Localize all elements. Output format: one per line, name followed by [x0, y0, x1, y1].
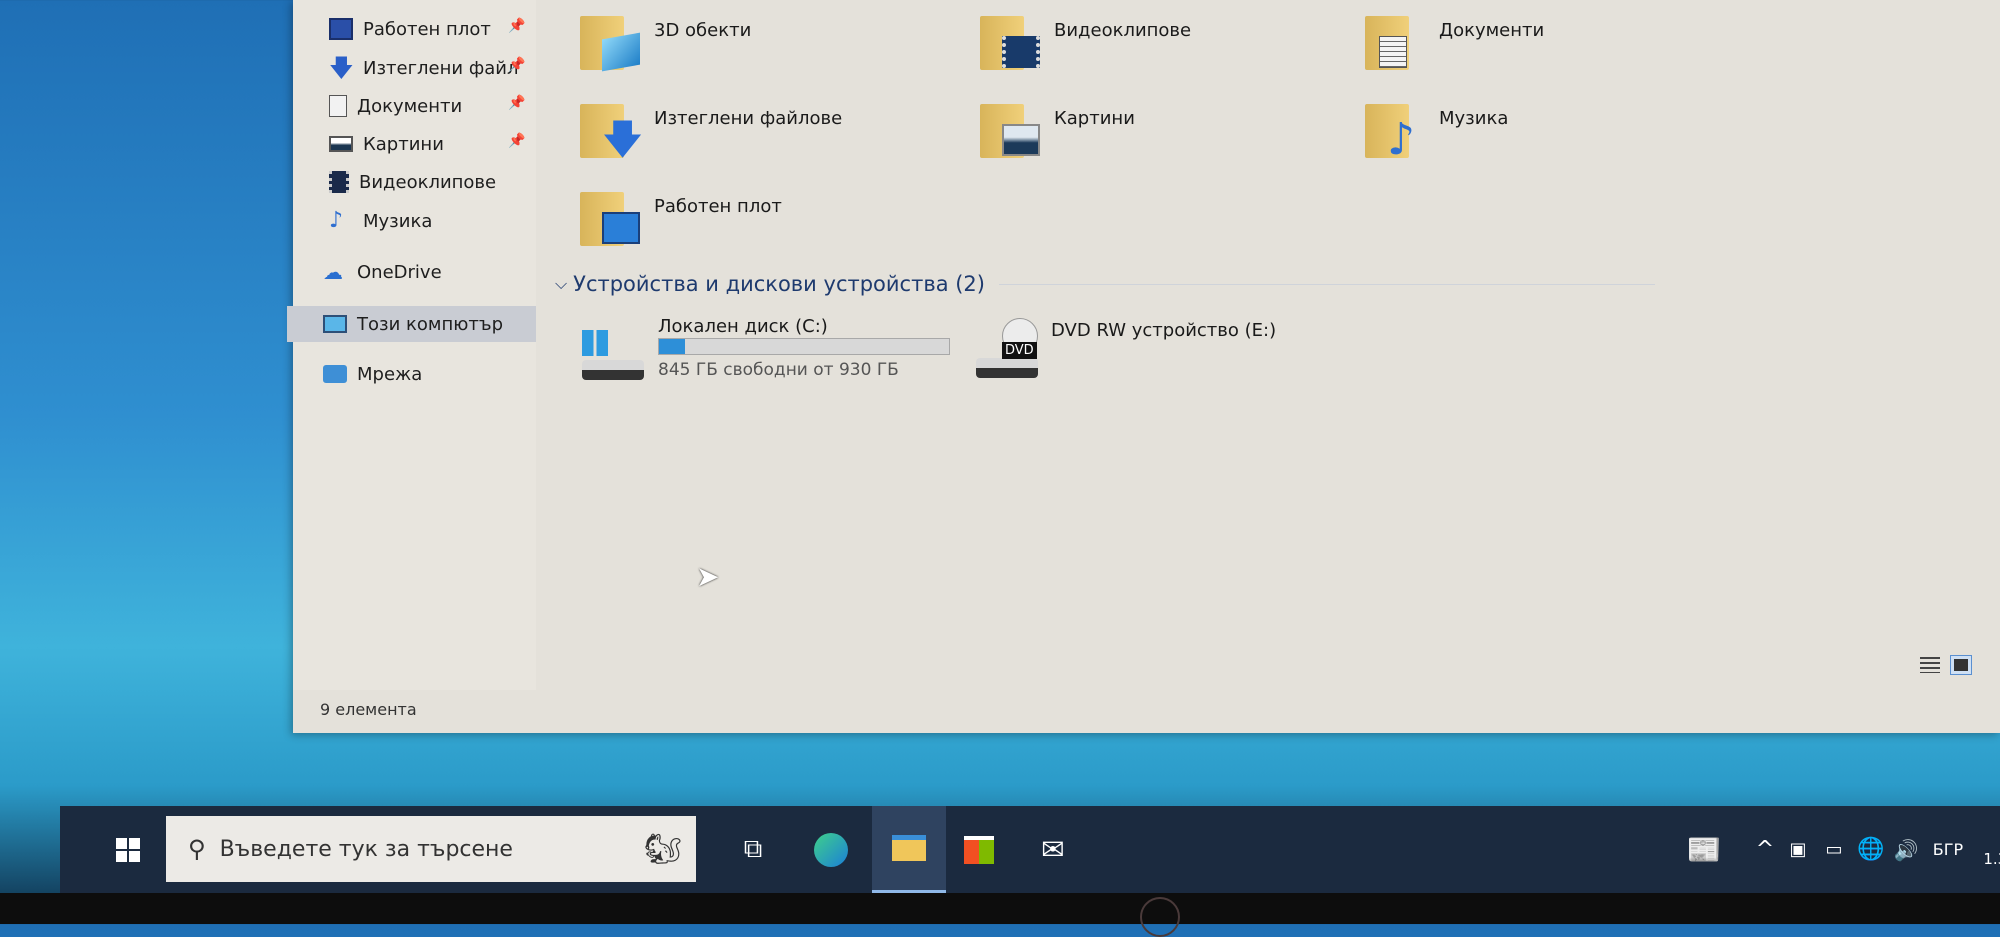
- folder-videos[interactable]: Видеоклипове: [980, 8, 1191, 72]
- folder-label: Изтеглени файлове: [654, 108, 843, 129]
- drive-dvd[interactable]: DVD DVD RW устройство (E:): [976, 316, 1336, 388]
- volume-icon[interactable]: 🔊: [1890, 806, 1922, 893]
- large-icons-view-icon[interactable]: [1950, 655, 1972, 675]
- sidebar-item-this-pc[interactable]: Този компютър: [287, 306, 536, 342]
- drive-usage-fill: [659, 339, 686, 354]
- windows-logo-icon: [116, 837, 140, 862]
- file-explorer-taskbar-icon[interactable]: [872, 806, 946, 893]
- search-icon: ⚲: [188, 835, 206, 863]
- search-placeholder: Въведете тук за търсене: [219, 836, 513, 862]
- hp-logo: [1140, 897, 1180, 937]
- pin-icon: 📌: [508, 18, 526, 34]
- camera-icon[interactable]: ▣: [1783, 806, 1813, 893]
- monitor-bezel: [0, 893, 2000, 937]
- dvd-badge: DVD: [1002, 342, 1037, 359]
- 3d-objects-icon: [580, 8, 642, 72]
- windows-drive-icon: [580, 330, 644, 382]
- pictures-icon: [329, 136, 353, 152]
- sidebar-item-label: Документи: [357, 95, 463, 117]
- desktop-icon: [580, 184, 642, 248]
- file-explorer-window: Работен плот 📌 🡇 Изтеглени файл 📌 Докумен…: [287, 0, 2000, 733]
- drive-label: DVD RW устройство (E:): [1051, 320, 1277, 341]
- download-icon: 🡇: [580, 96, 643, 160]
- sidebar-item-label: Работен плот: [363, 18, 491, 40]
- store-icon[interactable]: [950, 806, 1008, 893]
- drive-usage-bar: [658, 338, 950, 355]
- clock[interactable]: 11.3.: [1972, 806, 2000, 893]
- folder-label: Картини: [1054, 108, 1135, 129]
- onedrive-icon: ☁: [323, 260, 343, 284]
- sidebar-item-music[interactable]: ♪ Музика: [329, 204, 432, 238]
- taskbar: ⚲ Въведете тук за търсене 🐿 ⧉ ✉ 📰 ^ ▣ ▭ 🌐 …: [60, 806, 2000, 893]
- news-widget-icon[interactable]: 📰: [1680, 806, 1728, 893]
- show-hidden-icons-chevron[interactable]: ^: [1750, 806, 1780, 893]
- search-box[interactable]: ⚲ Въведете тук за търсене 🐿: [166, 816, 696, 882]
- pin-icon: 📌: [508, 133, 526, 149]
- folder-music[interactable]: ♪ Музика: [1365, 96, 1509, 162]
- folder-label: Музика: [1439, 108, 1509, 129]
- devices-section-header[interactable]: ⌵ Устройства и дискови устройства (2): [555, 272, 1655, 296]
- folder-pictures[interactable]: Картини: [980, 96, 1135, 160]
- search-highlight-icon: 🐿: [643, 831, 682, 867]
- sidebar-item-label: Този компютър: [357, 313, 504, 335]
- mail-icon[interactable]: ✉: [1024, 806, 1082, 893]
- folder-label: Видеоклипове: [1054, 20, 1192, 41]
- drive-label: Локален диск (C:): [658, 316, 828, 337]
- folder-desktop[interactable]: Работен плот: [580, 184, 782, 248]
- folder-label: 3D обекти: [654, 20, 752, 41]
- battery-icon[interactable]: ▭: [1816, 806, 1852, 893]
- sidebar-item-label: Изтеглени файл: [363, 57, 519, 79]
- sidebar-item-downloads[interactable]: 🡇 Изтеглени файл: [329, 51, 518, 85]
- details-view-icon[interactable]: [1920, 657, 1940, 673]
- sidebar-item-desktop[interactable]: Работен плот: [329, 12, 491, 46]
- videos-icon: [329, 171, 349, 193]
- network-globe-icon[interactable]: 🌐: [1855, 806, 1887, 893]
- task-view-icon[interactable]: ⧉: [724, 806, 782, 893]
- sidebar-item-documents[interactable]: Документи: [329, 89, 462, 123]
- sidebar-item-network[interactable]: Мрежа: [323, 357, 422, 391]
- divider: [999, 283, 1655, 285]
- start-button[interactable]: [100, 806, 156, 893]
- pictures-icon: [980, 96, 1042, 160]
- sidebar-item-label: OneDrive: [357, 261, 442, 283]
- folder-3d-objects[interactable]: 3D обекти: [580, 8, 751, 72]
- sidebar-item-label: Мрежа: [357, 363, 423, 385]
- sidebar-item-label: Музика: [363, 210, 433, 232]
- navigation-pane: Работен плот 📌 🡇 Изтеглени файл 📌 Докумен…: [287, 0, 536, 690]
- pin-icon: 📌: [508, 95, 526, 111]
- folder-documents[interactable]: Документи: [1365, 8, 1544, 72]
- drive-c[interactable]: Локален диск (C:) 845 ГБ свободни от 930…: [580, 316, 950, 388]
- videos-icon: [980, 8, 1042, 72]
- dvd-drive-icon: DVD: [976, 318, 1040, 382]
- documents-icon: [1365, 8, 1427, 72]
- music-icon: ♪: [329, 208, 344, 233]
- documents-icon: [329, 95, 347, 117]
- sidebar-item-onedrive[interactable]: ☁ OneDrive: [323, 255, 442, 289]
- sidebar-item-videos[interactable]: Видеоклипове: [329, 165, 496, 199]
- language-indicator[interactable]: БГР: [1928, 806, 1968, 893]
- drive-free-space: 845 ГБ свободни от 930 ГБ: [658, 360, 899, 380]
- sidebar-item-pictures[interactable]: Картини: [329, 127, 444, 161]
- edge-icon[interactable]: [802, 806, 860, 893]
- status-item-count: 9 елемента: [320, 700, 417, 719]
- section-title: Устройства и дискови устройства (2): [573, 272, 985, 296]
- chevron-down-icon: ⌵: [555, 274, 568, 293]
- network-icon: [323, 365, 347, 383]
- computer-icon: [323, 315, 347, 333]
- sidebar-item-label: Видеоклипове: [359, 171, 497, 193]
- folder-label: Работен плот: [654, 196, 782, 217]
- desktop-icon: [329, 18, 353, 40]
- download-icon: 🡇: [329, 54, 354, 82]
- pin-icon: 📌: [508, 57, 526, 73]
- music-icon: ♪: [1365, 96, 1427, 162]
- sidebar-item-label: Картини: [363, 133, 444, 155]
- folder-label: Документи: [1439, 20, 1545, 41]
- clock-date: 1.3.: [1983, 849, 2000, 868]
- folder-downloads[interactable]: 🡇 Изтеглени файлове: [580, 96, 842, 160]
